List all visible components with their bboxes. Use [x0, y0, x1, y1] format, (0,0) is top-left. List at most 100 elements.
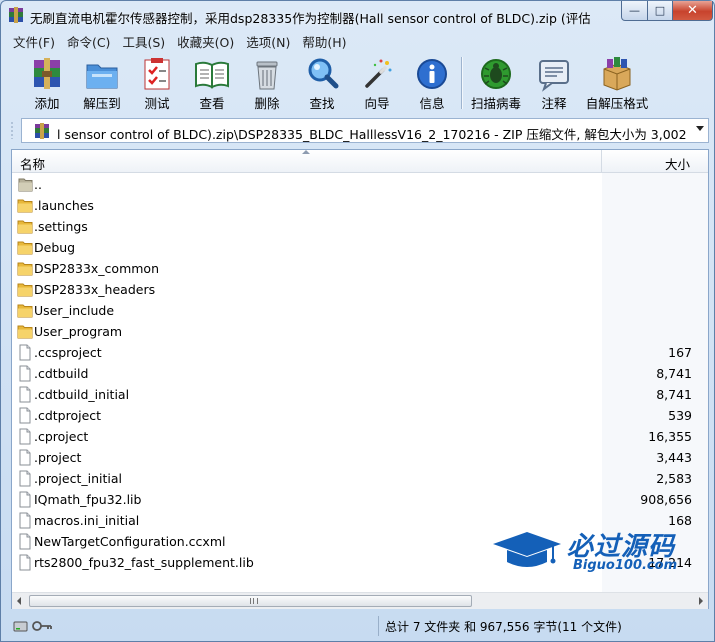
folder-icon	[17, 281, 33, 298]
trash-icon	[256, 61, 278, 90]
grip-icon	[250, 598, 258, 604]
row-name: .cdtbuild	[34, 366, 89, 381]
column-size-label: 大小	[664, 157, 690, 172]
column-size-header[interactable]: 大小	[602, 150, 708, 173]
file-icon	[17, 407, 33, 424]
file-rows: .. .launches .settings Debug DSP2833x_common…	[12, 174, 708, 573]
magic-wand-icon	[365, 59, 392, 88]
archive-icon	[35, 123, 49, 139]
menu-tools[interactable]: 工具(S)	[116, 30, 171, 50]
row-name: Debug	[34, 240, 76, 255]
address-grip-icon	[11, 122, 13, 139]
sfx-button[interactable]: 自解压格式	[586, 53, 648, 113]
row-size: 16,355	[648, 429, 692, 444]
extract-folder-icon	[86, 64, 118, 89]
info-button[interactable]: 信息	[402, 53, 462, 113]
file-row[interactable]: .project 3,443	[12, 447, 708, 468]
comment-button[interactable]: 注释	[524, 53, 584, 113]
row-size: 8,741	[656, 366, 692, 381]
graduation-cap-icon	[493, 532, 561, 567]
row-name: .cproject	[34, 429, 89, 444]
file-row[interactable]: .project_initial 2,583	[12, 468, 708, 489]
scroll-thumb[interactable]	[29, 595, 472, 607]
row-name: macros.ini_initial	[34, 513, 140, 528]
scroll-right-icon[interactable]	[699, 597, 703, 605]
row-name: NewTargetConfiguration.ccxml	[34, 534, 226, 549]
maximize-button[interactable]: □	[647, 1, 673, 21]
row-name: .cdtbuild_initial	[34, 387, 130, 402]
row-name: ..	[34, 177, 42, 192]
maximize-icon: □	[654, 4, 666, 17]
menu-commands[interactable]: 命令(C)	[61, 30, 116, 50]
file-icon	[17, 365, 33, 382]
disk-key-icon[interactable]	[13, 618, 53, 634]
search-icon	[308, 58, 339, 89]
file-row[interactable]: .cdtproject 539	[12, 405, 708, 426]
row-size: 908,656	[640, 492, 692, 507]
folder-icon	[17, 218, 33, 235]
address-path: l sensor control of BLDC).zip\DSP28335_B…	[57, 127, 687, 142]
toolbar: 添加 解压到 测试 查看 删除 查找 向导 信息 扫描病毒 注释 自解压格式	[7, 53, 709, 115]
add-archive-icon	[34, 58, 60, 89]
row-name: .project	[34, 450, 82, 465]
folder-row[interactable]: User_program	[12, 321, 708, 342]
menu-file[interactable]: 文件(F)	[7, 30, 61, 50]
folder-row[interactable]: .settings	[12, 216, 708, 237]
file-row[interactable]: IQmath_fpu32.lib 908,656	[12, 489, 708, 510]
watermark-url: Biguo100.com	[573, 558, 678, 573]
column-name-header[interactable]: 名称	[12, 150, 602, 173]
folder-row[interactable]: User_include	[12, 300, 708, 321]
row-name: DSP2833x_headers	[34, 282, 156, 297]
folder-icon	[17, 239, 33, 256]
horizontal-scrollbar[interactable]	[12, 592, 708, 609]
folder-row[interactable]: Debug	[12, 237, 708, 258]
minimize-button[interactable]: —	[621, 1, 648, 21]
watermark: 必过源码 Biguo100.com	[491, 526, 706, 578]
row-size: 3,443	[656, 450, 692, 465]
menu-help[interactable]: 帮助(H)	[296, 30, 352, 50]
row-name: rts2800_fpu32_fast_supplement.lib	[34, 555, 254, 570]
menu-options[interactable]: 选项(N)	[240, 30, 296, 50]
scroll-left-icon[interactable]	[17, 597, 21, 605]
file-row[interactable]: .cdtbuild 8,741	[12, 363, 708, 384]
window-title: 无刷直流电机霍尔传感器控制，采用dsp28335作为控制器(Hall senso…	[30, 11, 590, 26]
sfx-box-icon	[603, 57, 631, 91]
sfx-label: 自解压格式	[585, 96, 649, 111]
folder-icon	[17, 302, 33, 319]
file-icon	[17, 386, 33, 403]
parent-folder-row[interactable]: ..	[12, 174, 708, 195]
column-name-label: 名称	[20, 157, 46, 172]
folder-icon	[17, 260, 33, 277]
title-bar[interactable]: 无刷直流电机霍尔传感器控制，采用dsp28335作为控制器(Hall senso…	[1, 1, 714, 30]
file-icon	[17, 512, 33, 529]
row-name: .cdtproject	[34, 408, 102, 423]
row-name: .project_initial	[34, 471, 122, 486]
view-book-icon	[195, 61, 229, 89]
menu-bar: 文件(F) 命令(C) 工具(S) 收藏夹(O) 选项(N) 帮助(H)	[7, 30, 707, 50]
row-name: IQmath_fpu32.lib	[34, 492, 142, 507]
status-bar: 总计 7 文件夹 和 967,556 字节(11 个文件)	[1, 612, 714, 641]
chevron-down-icon[interactable]	[696, 126, 704, 131]
folder-row[interactable]: .launches	[12, 195, 708, 216]
app-window: 无刷直流电机霍尔传感器控制，采用dsp28335作为控制器(Hall senso…	[0, 0, 715, 642]
file-icon	[17, 533, 33, 550]
folder-row[interactable]: DSP2833x_headers	[12, 279, 708, 300]
file-icon	[17, 449, 33, 466]
address-bar[interactable]: l sensor control of BLDC).zip\DSP28335_B…	[21, 118, 709, 143]
info-icon	[417, 59, 447, 89]
file-row[interactable]: .cdtbuild_initial 8,741	[12, 384, 708, 405]
row-name: .settings	[34, 219, 88, 234]
close-button[interactable]: ✕	[672, 1, 713, 21]
file-icon	[17, 554, 33, 571]
test-checklist-icon	[144, 58, 170, 90]
folder-row[interactable]: DSP2833x_common	[12, 258, 708, 279]
parent-folder-icon	[17, 176, 33, 193]
menu-favorites[interactable]: 收藏夹(O)	[171, 30, 240, 50]
file-row[interactable]: .cproject 16,355	[12, 426, 708, 447]
file-icon	[17, 344, 33, 361]
status-divider	[378, 616, 379, 636]
file-icon	[17, 470, 33, 487]
list-header: 名称 大小	[12, 150, 708, 173]
file-row[interactable]: .ccsproject 167	[12, 342, 708, 363]
row-size: 167	[668, 345, 692, 360]
